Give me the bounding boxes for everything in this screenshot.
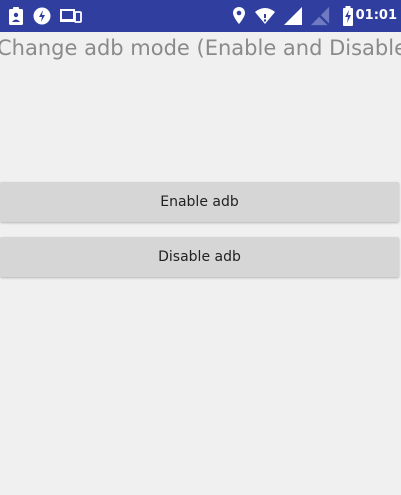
signal-icon xyxy=(284,7,302,25)
status-time: 01:01 xyxy=(355,8,397,23)
battery-charging-icon xyxy=(343,6,353,26)
page-title: Change adb mode (Enable and Disable) xyxy=(0,36,401,60)
devices-icon xyxy=(60,9,82,23)
clipboard-icon xyxy=(9,7,23,25)
no-signal-icon xyxy=(310,6,330,26)
data-saver-icon xyxy=(33,7,51,25)
wifi-icon xyxy=(255,8,275,24)
status-bar: 01:01 xyxy=(0,0,401,32)
location-icon xyxy=(233,7,245,24)
enable-adb-button[interactable]: Enable adb xyxy=(0,182,399,222)
disable-adb-button[interactable]: Disable adb xyxy=(0,237,399,277)
